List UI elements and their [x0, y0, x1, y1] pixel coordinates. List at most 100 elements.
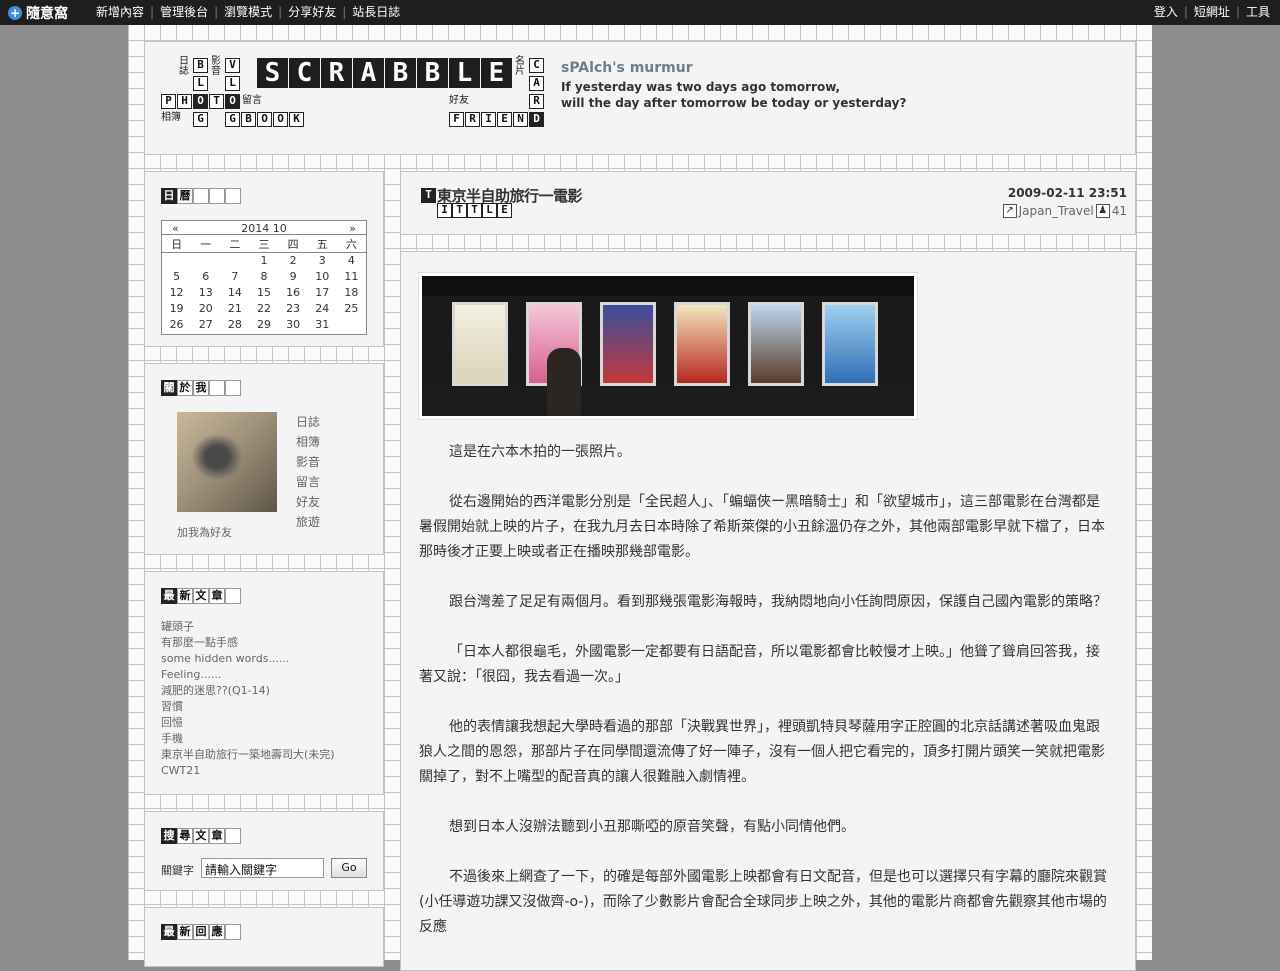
title-tile: [225, 380, 241, 396]
site-logo[interactable]: + 隨意窩: [8, 4, 68, 22]
tile-gbook-o2[interactable]: O: [273, 112, 288, 127]
tile-friend-f[interactable]: F: [449, 112, 464, 127]
calendar-day[interactable]: 2: [279, 253, 308, 269]
blog-title[interactable]: sPAlch's murmur: [561, 60, 693, 76]
post-category-link[interactable]: Japan_Travel: [1019, 204, 1094, 218]
tools-link[interactable]: 工具: [1246, 6, 1270, 19]
tile-vlog-l[interactable]: L: [225, 76, 240, 91]
recent-post-link[interactable]: 手機: [161, 731, 335, 747]
calendar-day[interactable]: 18: [337, 285, 366, 301]
calendar-day[interactable]: 21: [220, 301, 249, 317]
tile-friend-e[interactable]: E: [497, 112, 512, 127]
calendar-prev-button[interactable]: «: [172, 222, 179, 235]
post-photo[interactable]: [419, 273, 917, 419]
tile-card-c[interactable]: C: [529, 58, 544, 73]
movie-poster: [748, 302, 804, 386]
about-link-guestbook[interactable]: 留言: [296, 472, 320, 492]
calendar-day[interactable]: 9: [279, 269, 308, 285]
avatar[interactable]: [177, 412, 277, 512]
calendar-day[interactable]: 6: [191, 269, 220, 285]
post-paragraph: 他的表情讓我想起大學時看過的那部「決戰異世界」，裡頭凱特貝琴薩用字正腔圓的北京話…: [419, 719, 1105, 785]
calendar-day[interactable]: 5: [162, 269, 191, 285]
calendar-weekday: 一: [191, 236, 221, 253]
tile-blog-b[interactable]: B: [193, 58, 208, 73]
about-links: 日誌 相簿 影音 留言 好友 旅遊: [296, 412, 320, 532]
calendar-day[interactable]: 3: [308, 253, 337, 269]
calendar-day[interactable]: 26: [162, 317, 191, 333]
calendar-day[interactable]: 25: [337, 301, 366, 317]
nav-new-content[interactable]: 新增內容: [96, 6, 144, 19]
tile-photo-o2[interactable]: O: [225, 94, 240, 109]
tile-gbook-k[interactable]: K: [289, 112, 304, 127]
tile-card-r[interactable]: R: [529, 94, 544, 109]
nav-browse-mode[interactable]: 瀏覽模式: [224, 6, 272, 19]
calendar-day[interactable]: 15: [249, 285, 278, 301]
calendar-day[interactable]: 16: [279, 285, 308, 301]
recent-post-link[interactable]: 習慣: [161, 699, 335, 715]
recent-post-link[interactable]: Feeling......: [161, 667, 335, 683]
about-link-friends[interactable]: 好友: [296, 492, 320, 512]
calendar-day[interactable]: 11: [337, 269, 366, 285]
about-link-video[interactable]: 影音: [296, 452, 320, 472]
movie-poster: [674, 302, 730, 386]
calendar-day[interactable]: 17: [308, 285, 337, 301]
calendar-month-label: 2014 10: [241, 222, 287, 235]
calendar-day[interactable]: 27: [191, 317, 220, 333]
tile-photo-t[interactable]: T: [209, 94, 224, 109]
login-link[interactable]: 登入: [1154, 6, 1178, 19]
calendar-day[interactable]: 12: [162, 285, 191, 301]
tile-vlog-v[interactable]: V: [225, 58, 240, 73]
recent-post-link[interactable]: 東京半自助旅行一築地壽司大(未完): [161, 747, 335, 763]
nav-share[interactable]: 分享好友: [288, 6, 336, 19]
nav-owner-log[interactable]: 站長日誌: [352, 6, 400, 19]
about-link-album[interactable]: 相簿: [296, 432, 320, 452]
tile-card-a[interactable]: A: [529, 76, 544, 91]
recent-post-link[interactable]: 罐頭子: [161, 619, 335, 635]
recent-post-link[interactable]: 減肥的迷思??(Q1-14): [161, 683, 335, 699]
calendar-day[interactable]: 30: [279, 317, 308, 333]
title-tile: 文: [193, 588, 209, 604]
recent-post-link[interactable]: 回憶: [161, 715, 335, 731]
nav-admin[interactable]: 管理後台: [160, 6, 208, 19]
calendar-day[interactable]: 10: [308, 269, 337, 285]
calendar-day[interactable]: 22: [249, 301, 278, 317]
calendar-day[interactable]: 28: [220, 317, 249, 333]
tile-friend-d[interactable]: D: [529, 112, 544, 127]
calendar-day[interactable]: 4: [337, 253, 366, 269]
calendar-day[interactable]: 29: [249, 317, 278, 333]
about-link-blog[interactable]: 日誌: [296, 412, 320, 432]
tile-friend-i[interactable]: I: [481, 112, 496, 127]
calendar-day[interactable]: 31: [308, 317, 337, 333]
calendar-next-button[interactable]: »: [349, 222, 356, 235]
tile-photo-o[interactable]: O: [193, 94, 208, 109]
calendar-day[interactable]: 8: [249, 269, 278, 285]
calendar-day[interactable]: 19: [162, 301, 191, 317]
tile-gbook-o[interactable]: O: [257, 112, 272, 127]
search-input[interactable]: 請輸入關鍵字: [201, 858, 324, 878]
title-tile: 搜: [161, 828, 177, 844]
calendar-day[interactable]: 24: [308, 301, 337, 317]
tile-friend-r[interactable]: R: [465, 112, 480, 127]
calendar-day[interactable]: 1: [249, 253, 278, 269]
recent-post-link[interactable]: some hidden words......: [161, 651, 335, 667]
tile-photo-h[interactable]: H: [177, 94, 192, 109]
tile-blog-g[interactable]: G: [193, 112, 208, 127]
title-tile: 新: [177, 588, 193, 604]
short-url-link[interactable]: 短網址: [1194, 6, 1230, 19]
calendar-day[interactable]: 23: [279, 301, 308, 317]
about-link-travel[interactable]: 旅遊: [296, 512, 320, 532]
tile-photo-p[interactable]: P: [161, 94, 176, 109]
recent-post-link[interactable]: 有那麼一點手感: [161, 635, 335, 651]
tile-gbook-b[interactable]: B: [241, 112, 256, 127]
tile-blog-l[interactable]: L: [193, 76, 208, 91]
calendar-day[interactable]: 14: [220, 285, 249, 301]
tile-gbook-g[interactable]: G: [225, 112, 240, 127]
title-tile: 章: [209, 828, 225, 844]
search-go-button[interactable]: Go: [331, 858, 367, 878]
recent-post-link[interactable]: CWT21: [161, 763, 335, 779]
tile-friend-n[interactable]: N: [513, 112, 528, 127]
calendar-day[interactable]: 13: [191, 285, 220, 301]
calendar-day[interactable]: 20: [191, 301, 220, 317]
calendar-day[interactable]: 7: [220, 269, 249, 285]
add-friend-link[interactable]: 加我為好友: [177, 524, 232, 540]
